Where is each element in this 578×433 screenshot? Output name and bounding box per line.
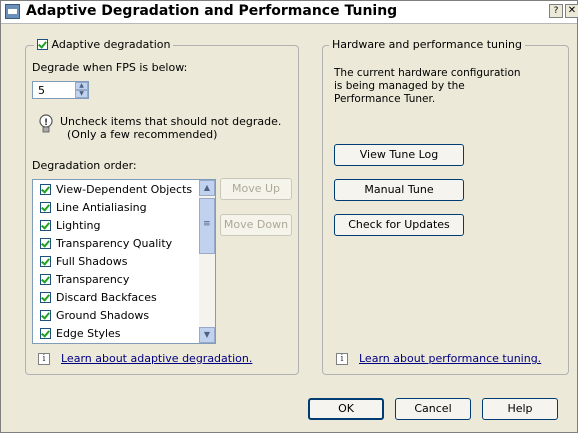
- info-icon: i: [336, 353, 348, 365]
- list-item[interactable]: Full Shadows: [40, 255, 127, 271]
- item-label: Transparency Quality: [56, 237, 173, 250]
- list-item[interactable]: Ground Shadows: [40, 309, 149, 325]
- status-line1: The current hardware configuration: [334, 67, 521, 79]
- title-bar: Adaptive Degradation and Performance Tun…: [1, 1, 578, 24]
- lightbulb-icon: !: [39, 114, 53, 133]
- item-label: Full Shadows: [56, 255, 128, 268]
- item-label: Transparency: [56, 273, 130, 286]
- move-up-button[interactable]: Move Up: [220, 178, 292, 200]
- check-for-updates-button[interactable]: Check for Updates: [334, 214, 464, 236]
- list-item[interactable]: Transparency Quality: [40, 237, 172, 253]
- fps-spinner[interactable]: 5 ▲ ▼: [32, 81, 89, 99]
- item-checkbox[interactable]: [40, 292, 51, 303]
- uncheck-note-line2: (Only a few recommended): [67, 128, 218, 141]
- scroll-down-icon[interactable]: ▼: [199, 327, 215, 343]
- uncheck-note-line1: Uncheck items that should not degrade.: [60, 115, 282, 128]
- close-button[interactable]: ✕: [565, 4, 578, 18]
- item-checkbox[interactable]: [40, 328, 51, 339]
- item-label: Ground Shadows: [56, 309, 150, 322]
- dialog-window: Adaptive Degradation and Performance Tun…: [0, 0, 578, 433]
- degradation-order-list[interactable]: View-Dependent Objects Line Antialiasing…: [32, 179, 216, 344]
- item-label: Lighting: [56, 219, 101, 232]
- spin-up-icon[interactable]: ▲: [75, 82, 88, 90]
- item-checkbox[interactable]: [40, 202, 51, 213]
- learn-performance-tuning-link[interactable]: Learn about performance tuning.: [359, 352, 541, 365]
- adaptive-degradation-checkbox[interactable]: [37, 39, 48, 50]
- item-checkbox[interactable]: [40, 238, 51, 249]
- item-label: Discard Backfaces: [56, 291, 157, 304]
- ok-button[interactable]: OK: [308, 398, 384, 420]
- help-title-button[interactable]: ?: [549, 4, 563, 18]
- adaptive-degradation-legend[interactable]: Adaptive degradation: [34, 38, 174, 51]
- item-checkbox[interactable]: [40, 274, 51, 285]
- info-icon: i: [38, 353, 50, 365]
- view-tune-log-button[interactable]: View Tune Log: [334, 144, 464, 166]
- app-icon: [5, 4, 20, 19]
- list-scrollbar[interactable]: ▲ ▼: [199, 180, 215, 343]
- move-down-button[interactable]: Move Down: [220, 214, 292, 236]
- item-checkbox[interactable]: [40, 310, 51, 321]
- list-item[interactable]: Line Antialiasing: [40, 201, 147, 217]
- item-checkbox[interactable]: [40, 184, 51, 195]
- spin-down-icon[interactable]: ▼: [75, 90, 88, 98]
- manual-tune-button[interactable]: Manual Tune: [334, 179, 464, 201]
- hardware-tuning-legend: Hardware and performance tuning: [329, 38, 526, 51]
- list-item[interactable]: Transparency: [40, 273, 129, 289]
- item-checkbox[interactable]: [40, 220, 51, 231]
- status-line3: Performance Tuner.: [334, 93, 436, 105]
- degradation-order-label: Degradation order:: [32, 159, 137, 172]
- adaptive-degradation-label: Adaptive degradation: [51, 38, 171, 51]
- learn-adaptive-degradation-link[interactable]: Learn about adaptive degradation.: [61, 352, 252, 365]
- item-label: Line Antialiasing: [56, 201, 147, 214]
- cancel-button[interactable]: Cancel: [395, 398, 471, 420]
- scroll-up-icon[interactable]: ▲: [199, 180, 215, 196]
- item-checkbox[interactable]: [40, 256, 51, 267]
- list-item[interactable]: Lighting: [40, 219, 100, 235]
- list-item[interactable]: Edge Styles: [40, 327, 121, 343]
- dialog-title: Adaptive Degradation and Performance Tun…: [26, 3, 398, 19]
- scroll-thumb[interactable]: [199, 198, 215, 254]
- list-item[interactable]: View-Dependent Objects: [40, 183, 192, 199]
- degrade-fps-label: Degrade when FPS is below:: [32, 61, 188, 74]
- item-label: Edge Styles: [56, 327, 121, 340]
- status-line2: is being managed by the: [334, 80, 465, 92]
- svg-text:!: !: [44, 118, 48, 128]
- help-button[interactable]: Help: [482, 398, 558, 420]
- list-item[interactable]: Discard Backfaces: [40, 291, 157, 307]
- item-label: View-Dependent Objects: [56, 183, 193, 196]
- fps-value[interactable]: 5: [38, 84, 45, 97]
